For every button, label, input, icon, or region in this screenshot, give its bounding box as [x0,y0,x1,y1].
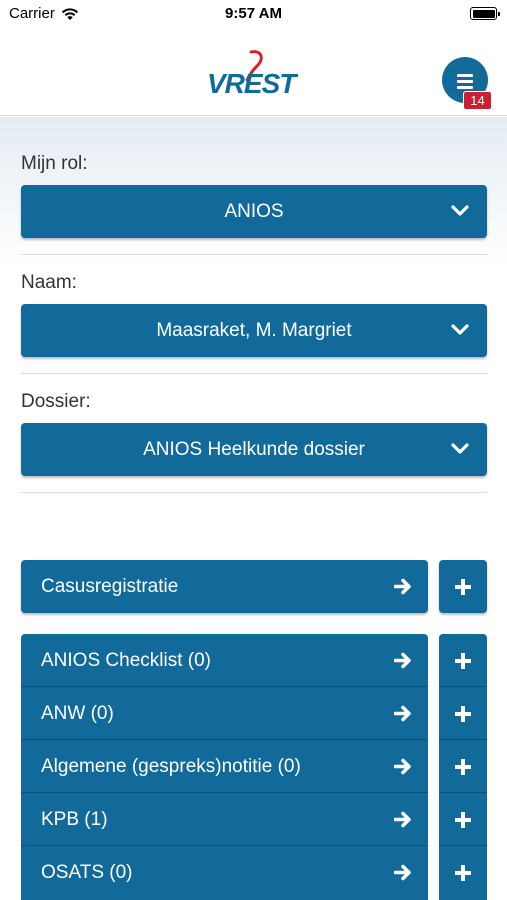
list-item-label: OSATS (0) [41,862,133,883]
plus-icon [455,812,471,828]
divider [21,254,487,255]
name-label: Naam: [21,272,77,293]
list-item-label: KPB (1) [41,809,108,830]
notification-badge: 14 [463,91,492,110]
plus-icon [455,653,471,669]
divider [21,492,487,493]
add-algemene-notitie-button[interactable] [439,740,487,793]
name-value: Maasraket, M. Margriet [156,320,352,341]
dossier-label: Dossier: [21,391,91,412]
list-item-label: Algemene (gespreks)notitie (0) [41,756,301,777]
dossier-value: ANIOS Heelkunde dossier [143,439,365,460]
add-anw-button[interactable] [439,687,487,740]
chevron-down-icon [451,324,469,335]
list-item-anios-checklist[interactable]: ANIOS Checklist (0) [21,634,428,687]
arrow-right-icon [394,705,411,722]
list-item-label: ANIOS Checklist (0) [41,650,211,671]
add-osats-button[interactable] [439,846,487,900]
chevron-down-icon [451,205,469,216]
vrest-logo: VREST [207,50,300,96]
status-bar: Carrier 9:57 AM [0,0,507,30]
role-value: ANIOS [224,201,284,222]
battery-icon [470,7,500,20]
add-casusregistratie-button[interactable] [439,560,487,613]
add-kpb-button[interactable] [439,793,487,846]
app-header: VREST [0,30,507,116]
add-anios-checklist-button[interactable] [439,634,487,687]
arrow-right-icon [394,652,411,669]
list-item-label: ANW (0) [41,703,114,724]
plus-icon [455,865,471,881]
list-item-anw[interactable]: ANW (0) [21,687,428,740]
status-time: 9:57 AM [225,5,282,22]
hamburger-icon [457,74,473,92]
arrow-right-icon [394,758,411,775]
arrow-right-icon [394,811,411,828]
chevron-down-icon [451,443,469,454]
plus-icon [455,579,471,595]
arrow-right-icon [394,578,411,595]
casusregistratie-button[interactable]: Casusregistratie [21,560,428,613]
role-select[interactable]: ANIOS [21,185,487,238]
plus-icon [455,706,471,722]
list-item-osats[interactable]: OSATS (0) [21,846,428,900]
dossier-select[interactable]: ANIOS Heelkunde dossier [21,423,487,476]
casusregistratie-label: Casusregistratie [41,576,179,597]
list-item-kpb[interactable]: KPB (1) [21,793,428,846]
arrow-right-icon [394,864,411,881]
role-label: Mijn rol: [21,153,88,174]
svg-text:VREST: VREST [207,68,299,96]
plus-icon [455,759,471,775]
divider [21,373,487,374]
list-item-algemene-notitie[interactable]: Algemene (gespreks)notitie (0) [21,740,428,793]
name-select[interactable]: Maasraket, M. Margriet [21,304,487,357]
